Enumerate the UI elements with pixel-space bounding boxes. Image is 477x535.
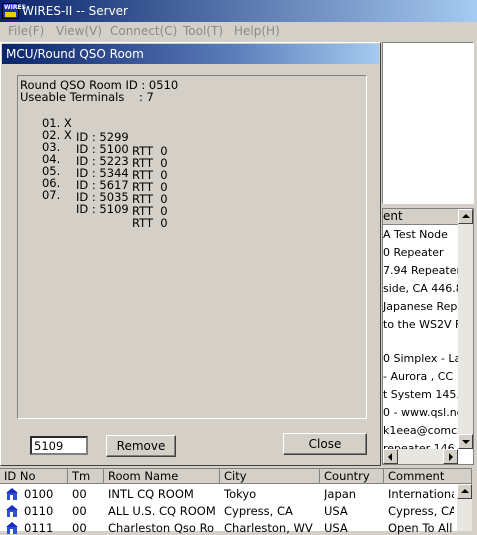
list-item[interactable]: 0 - www.qsl.ne [383, 406, 458, 419]
terminal-id-input[interactable]: 5109 [30, 436, 88, 455]
room-name[interactable]: ALL U.S. CQ ROOM [108, 504, 218, 518]
right-top-panel [382, 42, 474, 204]
list-item[interactable]: to the WS2V F [383, 318, 458, 331]
menubar: File(F) View(V) Connect(C) Tool(T) Help(… [0, 22, 477, 40]
list-item[interactable]: 0 Simplex - La [383, 352, 458, 365]
dialog-title: MCU/Round QSO Room [6, 47, 144, 61]
room-id[interactable]: 0110 [24, 504, 53, 518]
col-header-country[interactable]: Country [320, 469, 384, 484]
main-titlebar[interactable]: WIRES WIRES-II -- Server [0, 0, 477, 23]
room-id[interactable]: 0111 [24, 521, 53, 535]
room-city[interactable]: Charleston, WV [224, 521, 318, 535]
list-item[interactable]: k1eea@comcas [383, 424, 458, 437]
room-tm[interactable]: 00 [72, 487, 87, 501]
room-name[interactable]: Charleston Qso Ro [108, 521, 218, 535]
remove-button[interactable]: Remove [106, 435, 176, 457]
menu-view[interactable]: View(V) [56, 24, 102, 38]
room-name[interactable]: INTL CQ ROOM [108, 487, 218, 501]
room-city[interactable]: Tokyo [224, 487, 318, 501]
scroll-left-button[interactable] [383, 449, 398, 464]
room-grid-scrollbar[interactable] [457, 484, 472, 531]
house-icon [5, 522, 19, 534]
dialog-titlebar[interactable]: MCU/Round QSO Room [2, 44, 379, 64]
room-country[interactable]: USA [324, 521, 382, 535]
wires-app-icon[interactable]: WIRES [2, 3, 26, 19]
terminal-num: 07. [41, 188, 61, 202]
scroll-down-button[interactable] [458, 434, 473, 449]
room-city[interactable]: Cypress, CA [224, 504, 318, 518]
room-info-panel: Round QSO Room ID : 0510 Useable Termina… [17, 75, 367, 419]
room-list-grid: ID No Tm Room Name City Country Comment … [0, 468, 472, 535]
terminal-id: ID : 5109 [76, 202, 129, 216]
comment-column-header[interactable]: ent [383, 209, 458, 225]
list-item[interactable]: 0 Repeater [383, 246, 458, 259]
scroll-up-button[interactable] [458, 209, 473, 224]
col-header-city[interactable]: City [220, 469, 320, 484]
menu-connect[interactable]: Connect(C) [110, 24, 177, 38]
room-comment[interactable]: International [388, 487, 454, 501]
close-button[interactable]: Close [283, 433, 367, 455]
room-tm[interactable]: 00 [72, 521, 87, 535]
list-item[interactable]: - Aurora , CC [383, 370, 458, 383]
col-header-comment[interactable]: Comment [384, 469, 472, 484]
col-header-id[interactable]: ID No [0, 469, 68, 484]
room-id[interactable]: 0100 [24, 487, 53, 501]
horizontal-scrollbar[interactable] [383, 449, 458, 464]
list-item[interactable]: A Test Node [383, 228, 458, 241]
list-item[interactable]: Japanese Rep [383, 300, 458, 313]
room-country[interactable]: Japan [324, 487, 382, 501]
scroll-up-button[interactable] [457, 484, 472, 499]
vertical-scrollbar[interactable] [458, 209, 473, 449]
room-country[interactable]: USA [324, 504, 382, 518]
room-tm[interactable]: 00 [72, 504, 87, 518]
node-comment-list: ent A Test Node 0 Repeater 7.94 Repeater… [382, 208, 474, 465]
menu-tool[interactable]: Tool(T) [183, 24, 223, 38]
list-item[interactable]: t System 145.4 [383, 388, 458, 401]
menu-help[interactable]: Help(H) [234, 24, 280, 38]
house-icon [5, 488, 19, 500]
house-icon [5, 505, 19, 517]
col-header-room-name[interactable]: Room Name [104, 469, 220, 484]
terminal-row: 07. ID : 5109 RTT 0 [20, 174, 220, 244]
round-qso-dialog: MCU/Round QSO Room Round QSO Room ID : 0… [0, 42, 381, 466]
terminal-rtt: RTT 0 [132, 216, 168, 230]
room-comment[interactable]: Cypress, CA [388, 504, 454, 518]
menu-file[interactable]: File(F) [8, 24, 44, 38]
list-item[interactable]: side, CA 446.86 [383, 282, 458, 295]
col-header-tm[interactable]: Tm [68, 469, 104, 484]
window-title: WIRES-II -- Server [22, 4, 128, 18]
list-item[interactable]: 7.94 Repeater - [383, 264, 458, 277]
scroll-right-button[interactable] [443, 449, 458, 464]
room-comment[interactable]: Open To All T [388, 521, 454, 535]
